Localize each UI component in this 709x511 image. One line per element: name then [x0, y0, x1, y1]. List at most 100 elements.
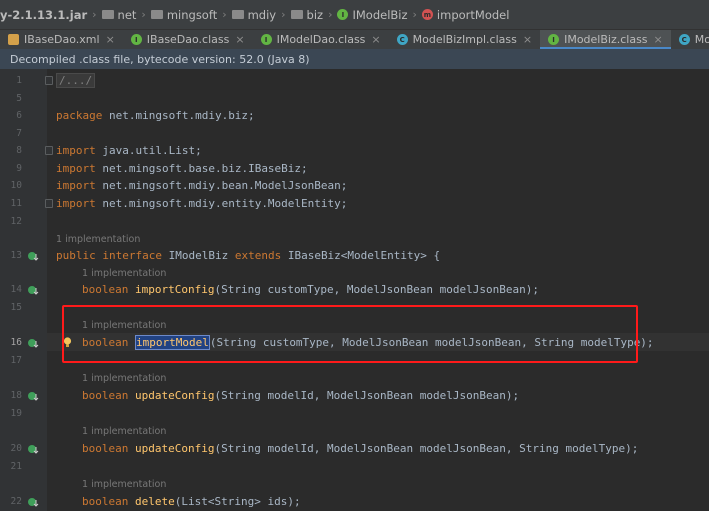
implemented-gutter-icon[interactable] [27, 443, 39, 455]
code-line: 18 boolean updateConfig(String modelId, … [0, 387, 709, 405]
interface-icon: I [260, 34, 272, 45]
fold-icon[interactable] [45, 199, 53, 208]
line-number: 15 [10, 302, 22, 313]
collapsed-comment[interactable]: /.../ [56, 73, 96, 88]
tab-label: IModelBiz.class [564, 33, 648, 46]
inlay-hint-row: 1 implementation [0, 476, 709, 494]
chevron-right-icon: › [92, 8, 97, 21]
breadcrumb-label: y-2.1.13.1.jar [0, 7, 88, 22]
import-path: net.mingsoft.mdiy.bean.ModelJsonBean; [95, 179, 348, 192]
line-number: 22 [10, 496, 22, 507]
close-icon[interactable]: × [654, 33, 663, 46]
fold-icon[interactable] [45, 76, 53, 85]
interface-supertype: IBaseBiz<ModelEntity> { [281, 249, 441, 262]
tab-imodelbiz-class[interactable]: I IModelBiz.class × [540, 30, 671, 49]
code-text: import net.mingsoft.mdiy.entity.ModelEnt… [56, 197, 347, 210]
code-line: 22 boolean delete(List<String> ids); [0, 493, 709, 511]
line-number: 8 [16, 145, 22, 156]
method-name: importConfig [134, 283, 215, 296]
code-text: /.../ [56, 73, 96, 88]
line-number: 18 [10, 390, 22, 401]
close-icon[interactable]: × [371, 33, 380, 46]
method-name: updateConfig [134, 389, 215, 402]
tab-ibasedao-class[interactable]: I IBaseDao.class × [123, 30, 253, 49]
breadcrumb-mdiy[interactable]: mdiy [231, 8, 276, 22]
implemented-gutter-icon[interactable] [27, 284, 39, 296]
line-number: 14 [10, 284, 22, 295]
code-line: 20 boolean updateConfig(String modelId, … [0, 440, 709, 458]
method-params: (String customType, ModelJsonBean modelJ… [214, 283, 539, 296]
line-number: 9 [16, 163, 22, 174]
chevron-right-icon: › [281, 8, 286, 21]
tab-ibasedao-xml[interactable]: IBaseDao.xml × [0, 30, 123, 49]
chevron-right-icon: › [412, 8, 417, 21]
close-icon[interactable]: × [235, 33, 244, 46]
import-path: net.mingsoft.mdiy.entity.ModelEntity; [95, 197, 348, 210]
code-line: 8 import java.util.List; [0, 142, 709, 160]
fold-icon[interactable] [45, 146, 53, 155]
keyword: import [56, 197, 96, 210]
chevron-right-icon: › [141, 8, 146, 21]
tab-modelbizimpl-class[interactable]: C ModelBizImpl.class × [389, 30, 540, 49]
breadcrumb-jar[interactable]: y-2.1.13.1.jar [0, 8, 87, 22]
decompiled-notice: Decompiled .class file, bytecode version… [0, 49, 709, 69]
keyword: boolean [82, 283, 129, 296]
interface-name: IModelBiz [161, 249, 235, 262]
folder-icon [150, 10, 163, 19]
breadcrumb-imodelbiz[interactable]: I IModelBiz [337, 8, 408, 22]
implementation-hint[interactable]: 1 implementation [82, 426, 166, 437]
editor-tab-bar: IBaseDao.xml × I IBaseDao.class × I IModelDa… [0, 29, 709, 49]
code-line: 6 package net.mingsoft.mdiy.biz; [0, 107, 709, 125]
implemented-gutter-icon[interactable] [27, 250, 39, 262]
code-text: boolean updateConfig(String modelId, Mod… [82, 442, 638, 455]
code-line: 10 import net.mingsoft.mdiy.bean.ModelJs… [0, 177, 709, 195]
folder-icon [290, 10, 303, 19]
interface-icon: I [548, 34, 560, 45]
tab-label: IBaseDao.xml [24, 33, 100, 46]
implementation-hint[interactable]: 1 implementation [82, 373, 166, 384]
tab-label: IModelDao.class [276, 33, 366, 46]
breadcrumb-label: mingsoft [166, 7, 218, 22]
breadcrumb-label: importModel [436, 7, 510, 22]
breadcrumb-biz[interactable]: biz [290, 7, 324, 22]
breadcrumb-importmodel[interactable]: m importModel [421, 7, 510, 22]
keyword: import [56, 144, 96, 157]
keyword: extends [234, 249, 282, 262]
breadcrumb-mingsoft[interactable]: mingsoft [150, 7, 218, 22]
breadcrumb-net[interactable]: net [101, 8, 136, 22]
close-icon[interactable]: × [106, 33, 115, 46]
tab-label: ModelBizImpl.class [412, 33, 517, 46]
implementation-hint[interactable]: 1 implementation [56, 234, 140, 245]
import-path: net.mingsoft.base.biz.IBaseBiz; [95, 162, 308, 175]
close-icon[interactable]: × [523, 33, 532, 46]
package-name: net.mingsoft.mdiy.biz; [102, 109, 255, 122]
code-editor[interactable]: 1 /.../ 5 6 package net.mingsoft.mdiy.bi… [0, 69, 709, 511]
inlay-hint-row: 1 implementation [0, 423, 709, 441]
class-icon: C [678, 34, 690, 45]
tab-imodeldao-class[interactable]: I IModelDao.class × [253, 30, 389, 49]
tab-modelaction-class[interactable]: CModelAction.class× [671, 30, 709, 49]
implementation-hint[interactable]: 1 implementation [82, 268, 166, 279]
code-line: 13 public interface IModelBiz extends IB… [0, 247, 709, 265]
implemented-gutter-icon[interactable] [27, 337, 39, 349]
implemented-gutter-icon[interactable] [27, 390, 39, 402]
breadcrumb-label: biz [306, 7, 324, 22]
code-text: boolean importConfig(String customType, … [82, 283, 539, 296]
method-icon: m [421, 9, 433, 20]
code-line: 21 [0, 458, 709, 476]
folder-icon [101, 10, 114, 19]
code-line: 19 [0, 405, 709, 423]
code-line: 12 [0, 213, 709, 231]
chevron-right-icon: › [328, 8, 333, 21]
code-line: 1 /.../ [0, 72, 709, 90]
line-number: 11 [10, 198, 22, 209]
chevron-right-icon: › [222, 8, 227, 21]
keyword: package [56, 109, 103, 122]
code-text: public interface IModelBiz extends IBase… [56, 249, 440, 262]
keyword: import [56, 162, 96, 175]
method-name: updateConfig [134, 442, 215, 455]
implemented-gutter-icon[interactable] [27, 496, 39, 508]
code-text: boolean delete(List<String> ids); [82, 495, 301, 508]
implementation-hint[interactable]: 1 implementation [82, 479, 166, 490]
breadcrumb: y-2.1.13.1.jar › net › mingsoft › mdiy ›… [0, 0, 709, 29]
